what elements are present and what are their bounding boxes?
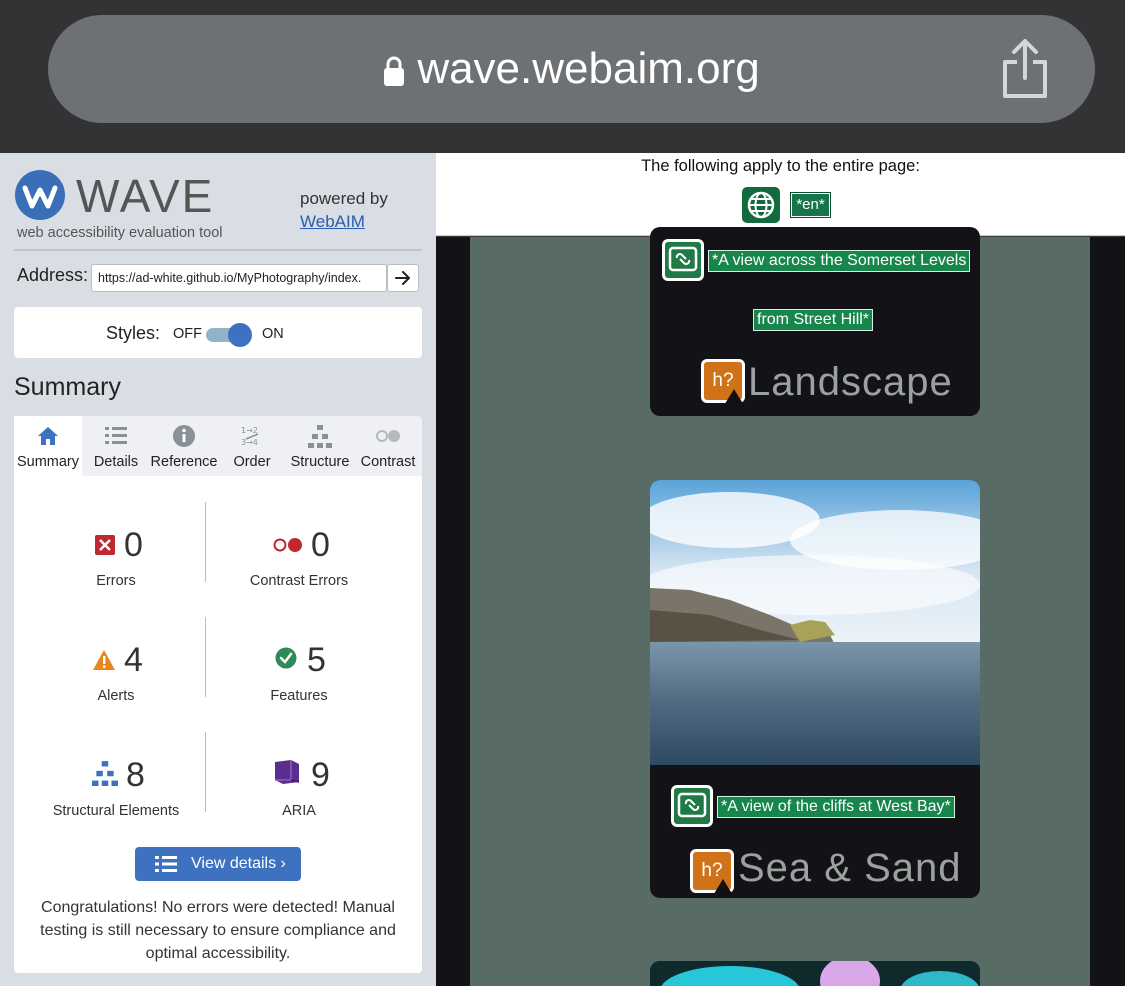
go-button[interactable] (387, 264, 419, 292)
wave-title: WAVE (76, 170, 215, 222)
wave-subtitle: web accessibility evaluation tool (17, 225, 223, 241)
order-icon: 1→2 3→4 (241, 426, 259, 447)
alert-icon (93, 650, 115, 670)
errors-label: Errors (96, 573, 136, 589)
info-icon (173, 425, 195, 447)
page-preview: *A view across the Somerset Levels from … (436, 227, 1125, 986)
url-display[interactable]: wave.webaim.org (48, 15, 1095, 123)
wave-logo-icon (15, 170, 65, 220)
divider (205, 732, 206, 812)
tab-reference[interactable]: Reference (150, 416, 218, 476)
photo-card[interactable] (650, 961, 980, 986)
page-content: *A view across the Somerset Levels from … (470, 227, 1090, 986)
alt-text-image-icon[interactable] (671, 785, 713, 827)
list-icon (105, 427, 127, 444)
url-text: wave.webaim.org (417, 44, 760, 93)
alerts-count: 4 (124, 641, 143, 679)
card-heading: Sea & Sand (738, 846, 962, 890)
feature-check-icon (275, 647, 297, 669)
styles-on-label[interactable]: ON (262, 326, 284, 342)
aria-box-icon (275, 760, 300, 784)
view-details-button[interactable]: View details › (135, 847, 301, 881)
contrast-error-icon (273, 538, 302, 552)
divider (205, 617, 206, 697)
tab-bar: Summary Details Reference 1→2 3→4 Order (14, 416, 422, 476)
tab-summary[interactable]: Summary (14, 416, 82, 476)
photo-card[interactable]: *A view across the Somerset Levels from … (650, 227, 980, 416)
structural-count: 8 (126, 756, 145, 794)
image-caption: from Street Hill* (753, 309, 874, 331)
svg-text:3→4: 3→4 (241, 438, 258, 447)
toggle-knob[interactable] (228, 323, 252, 347)
language-tag[interactable]: *en* (790, 192, 831, 218)
flower-photo-image (650, 961, 980, 986)
contrast-errors-count: 0 (311, 526, 330, 564)
view-details-label: View details › (191, 855, 286, 872)
error-icon (95, 535, 115, 555)
aria-count: 9 (311, 756, 330, 794)
styles-toggle-box: Styles: OFF ON (14, 307, 422, 358)
warning-icon (723, 389, 745, 407)
divider (205, 502, 206, 582)
alt-text-image-icon[interactable] (662, 239, 704, 281)
page-level-icons: The following apply to the entire page: … (436, 153, 1125, 236)
address-input[interactable]: https://ad-white.github.io/MyPhotography… (91, 264, 387, 292)
powered-by: powered by WebAIM (300, 187, 388, 233)
image-caption: *A view of the cliffs at West Bay* (717, 796, 955, 818)
lock-icon (384, 56, 405, 86)
tab-order[interactable]: 1→2 3→4 Order (218, 416, 286, 476)
arrow-right-icon (395, 271, 410, 285)
wave-sidebar: WAVE web accessibility evaluation tool p… (0, 153, 436, 986)
tab-contrast[interactable]: Contrast (354, 416, 422, 476)
structure-icon (92, 761, 118, 786)
errors-count: 0 (124, 526, 143, 564)
tab-structure[interactable]: Structure (286, 416, 354, 476)
card-heading: Landscape (748, 360, 953, 404)
language-globe-icon[interactable] (742, 187, 780, 223)
tab-label: Contrast (360, 454, 416, 470)
tab-details[interactable]: Details (82, 416, 150, 476)
photo-card[interactable]: *A view of the cliffs at West Bay* h? Se… (650, 480, 980, 898)
image-caption: *A view across the Somerset Levels (708, 250, 971, 272)
svg-text:1→2: 1→2 (241, 426, 258, 435)
features-count: 5 (307, 641, 326, 679)
styles-off-label[interactable]: OFF (173, 326, 202, 342)
webaim-link[interactable]: WebAIM (300, 212, 365, 231)
list-icon (155, 856, 177, 872)
warning-icon (712, 879, 734, 897)
contrast-errors-label: Contrast Errors (249, 573, 349, 589)
summary-panel: 0 Errors 0 Contrast Errors 4 Alerts 5 Fe… (14, 476, 422, 973)
features-label: Features (270, 688, 328, 704)
address-bar[interactable]: wave.webaim.org (48, 15, 1095, 123)
alerts-label: Alerts (97, 688, 135, 704)
powered-by-text: powered by (300, 189, 388, 208)
sea-photo-image (650, 480, 980, 765)
structure-icon (308, 425, 332, 448)
styles-label: Styles: (106, 323, 161, 343)
address-label: Address: (17, 265, 89, 285)
divider (14, 249, 422, 251)
aria-label: ARIA (282, 803, 316, 819)
summary-heading: Summary (14, 373, 121, 401)
browser-toolbar: wave.webaim.org (0, 0, 1125, 153)
congrats-message: Congratulations! No errors were detected… (40, 899, 396, 962)
share-icon[interactable] (1000, 38, 1050, 100)
home-icon (38, 427, 58, 445)
structural-label: Structural Elements (52, 803, 180, 819)
page-apply-text: The following apply to the entire page: (641, 157, 920, 175)
contrast-icon (376, 430, 400, 442)
